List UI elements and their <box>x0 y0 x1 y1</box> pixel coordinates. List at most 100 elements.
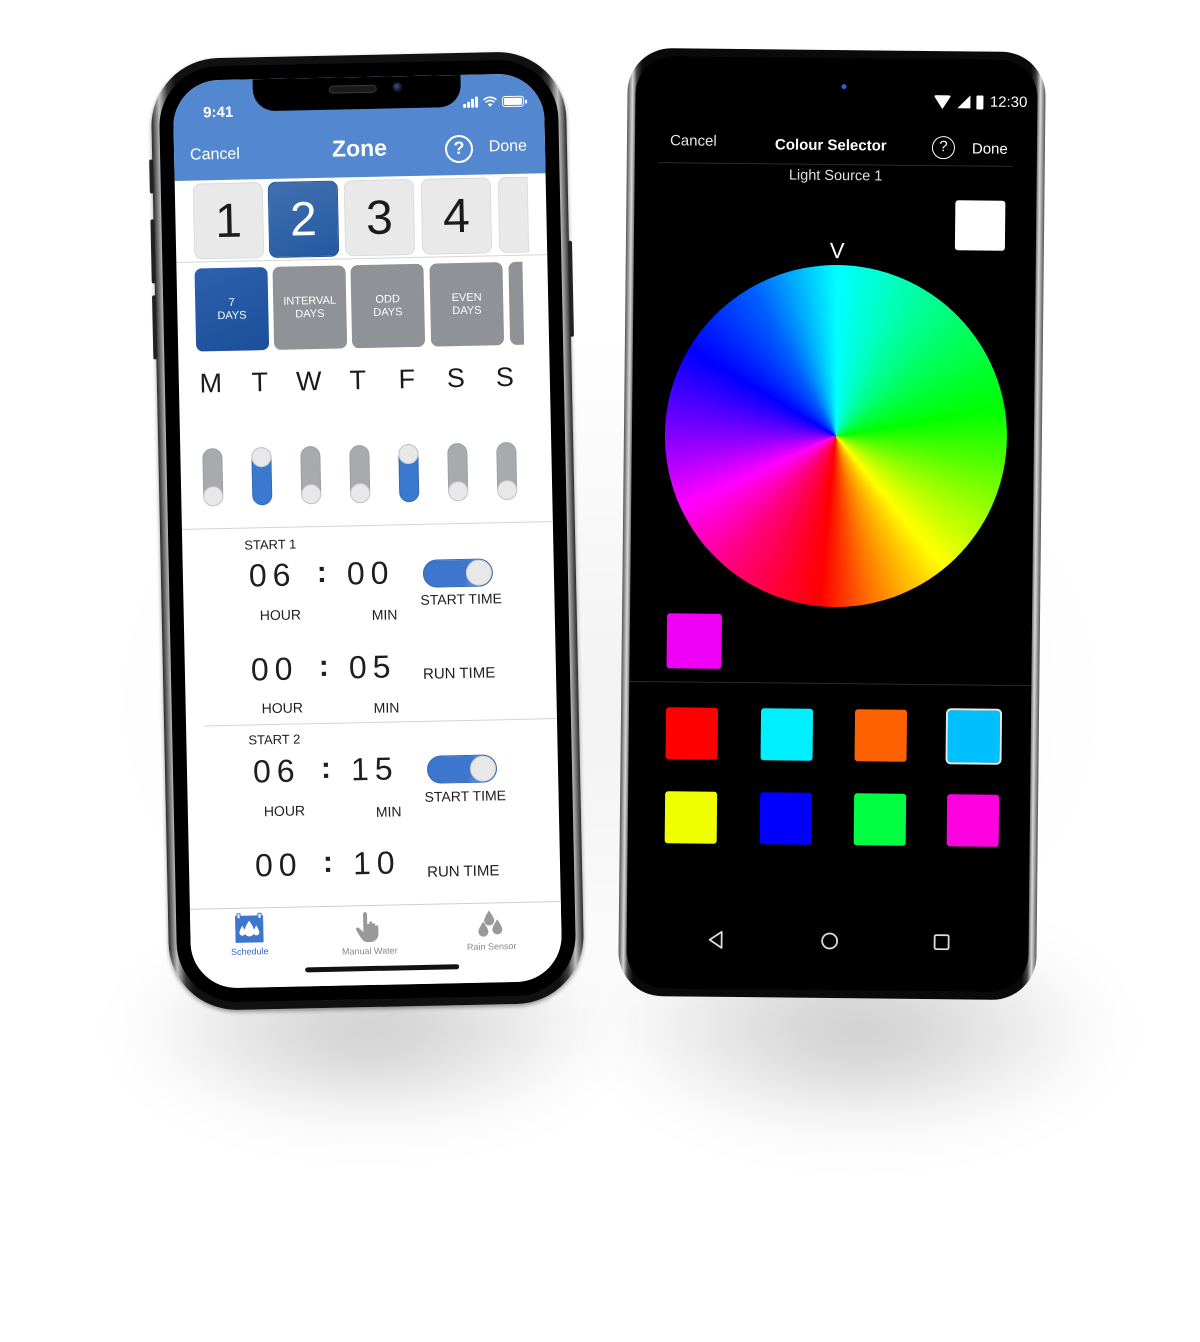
wifi-icon <box>933 94 952 109</box>
mode-even-days[interactable]: EVEN DAYS <box>429 262 505 347</box>
mode-interval-days[interactable]: INTERVAL DAYS <box>272 265 348 350</box>
cellular-signal-icon <box>957 95 971 109</box>
iphone-screen: 9:41 Cancel Zone ? Done 1 2 3 4 7 DAYS I… <box>172 73 563 989</box>
start-1-start-time-toggle[interactable] <box>422 558 494 588</box>
start-2-hour[interactable]: 06 <box>253 752 301 790</box>
notch <box>252 74 462 112</box>
android-screen: 12:30 Cancel Colour Selector ? Done Ligh… <box>626 55 1038 993</box>
tab-manual-water[interactable]: Manual Water <box>314 909 425 957</box>
home-indicator[interactable] <box>305 964 460 973</box>
start-1-label: START 1 <box>244 536 297 553</box>
light-source-label: Light Source 1 <box>788 167 883 185</box>
start-time-label: START TIME <box>424 787 507 805</box>
zone-tile-3[interactable]: 3 <box>343 178 416 257</box>
zone-tile-2[interactable]: 2 <box>267 180 340 258</box>
android-device: 12:30 Cancel Colour Selector ? Done Ligh… <box>618 47 1046 1001</box>
colour-preview-swatch <box>954 200 1006 251</box>
start-1-hour[interactable]: 06 <box>249 557 297 595</box>
toggle-knob <box>251 446 272 468</box>
preset-swatch[interactable] <box>664 791 718 844</box>
mode-tile-partial[interactable] <box>508 261 525 345</box>
status-icons <box>463 95 525 108</box>
preset-swatch[interactable] <box>759 792 813 845</box>
help-icon[interactable]: ? <box>931 136 956 160</box>
nav-back-button[interactable] <box>703 927 729 953</box>
mode-7-days[interactable]: 7 DAYS <box>194 267 270 352</box>
colon: : <box>316 555 328 590</box>
start-2-minute[interactable]: 15 <box>351 750 399 788</box>
nav-recents-button[interactable] <box>928 929 954 955</box>
front-camera <box>841 84 847 90</box>
day-toggle-1[interactable] <box>251 446 273 506</box>
tab-label: Manual Water <box>341 945 398 957</box>
start-1-run-hour[interactable]: 00 <box>250 650 298 688</box>
toggle-knob <box>398 443 419 465</box>
tab-schedule[interactable]: Schedule <box>194 911 305 957</box>
tab-bar: Schedule Manual Water Rain Sensor <box>189 901 563 989</box>
zone-tile-4[interactable]: 4 <box>420 177 493 255</box>
status-time: 9:41 <box>203 103 234 122</box>
earpiece-speaker <box>328 84 377 94</box>
colon: : <box>318 649 330 684</box>
iphone-device: 9:41 Cancel Zone ? Done 1 2 3 4 7 DAYS I… <box>149 50 585 1012</box>
preset-swatch[interactable] <box>853 793 907 846</box>
mode-line2: DAYS <box>217 308 247 322</box>
power-button <box>567 240 574 337</box>
toggle-knob <box>469 755 497 782</box>
zone-tile-1[interactable]: 1 <box>192 182 265 260</box>
divider <box>204 717 563 727</box>
toggle-knob <box>447 480 469 502</box>
preset-swatch[interactable] <box>760 708 814 761</box>
min-label: MIN <box>373 699 400 716</box>
start-1-minute[interactable]: 00 <box>347 554 395 592</box>
preset-swatch[interactable] <box>665 707 719 760</box>
start-2-run-minute[interactable]: 10 <box>353 844 401 882</box>
done-button[interactable]: Done <box>972 140 1008 157</box>
day-toggle-3[interactable] <box>349 444 371 504</box>
cancel-button[interactable]: Cancel <box>670 132 717 149</box>
done-button[interactable]: Done <box>489 138 528 157</box>
battery-icon <box>501 95 525 108</box>
volume-down-button <box>152 295 158 360</box>
colon: : <box>322 845 334 880</box>
status-icons: 12:30 <box>933 93 1028 112</box>
toggle-knob <box>349 482 371 504</box>
preset-swatch[interactable] <box>946 794 1000 847</box>
tab-label: Rain Sensor <box>466 940 517 953</box>
hour-label: HOUR <box>259 606 302 624</box>
nav-home-button[interactable] <box>816 928 842 954</box>
water-drops-calendar-icon <box>235 912 264 943</box>
start-1-run-minute[interactable]: 05 <box>348 648 396 686</box>
divider <box>181 521 553 530</box>
day-toggle-5[interactable] <box>447 442 469 502</box>
wheel-marker: V <box>829 237 845 264</box>
start-2-start-time-toggle[interactable] <box>426 754 498 784</box>
colour-wheel[interactable] <box>663 263 1009 609</box>
day-toggle-4[interactable] <box>398 443 420 503</box>
pointing-hand-icon <box>356 912 379 943</box>
tab-label: Schedule <box>230 946 269 957</box>
zone-tile-partial[interactable] <box>497 176 530 254</box>
preset-swatch[interactable] <box>854 709 908 762</box>
run-time-label: RUN TIME <box>426 862 500 881</box>
day-toggle-2[interactable] <box>300 445 322 505</box>
tab-rain-sensor[interactable]: Rain Sensor <box>436 906 547 952</box>
toggle-knob <box>465 559 493 586</box>
start-2-run-hour[interactable]: 00 <box>255 846 303 884</box>
day-toggle-6[interactable] <box>496 441 518 501</box>
divider <box>629 680 1032 687</box>
back-triangle-icon <box>708 930 723 949</box>
start-2-label: START 2 <box>248 731 301 748</box>
mode-line2: DAYS <box>295 307 325 320</box>
hour-label: HOUR <box>263 802 306 820</box>
min-label: MIN <box>375 803 402 820</box>
mode-odd-days[interactable]: ODD DAYS <box>350 263 426 349</box>
mute-switch <box>149 159 154 194</box>
android-nav-bar <box>626 926 1028 960</box>
preset-swatch[interactable] <box>945 708 1003 765</box>
day-toggle-0[interactable] <box>202 448 224 507</box>
run-time-label: RUN TIME <box>422 664 496 683</box>
battery-icon <box>976 94 984 110</box>
status-time: 12:30 <box>989 93 1028 112</box>
current-colour-swatch <box>666 613 723 669</box>
